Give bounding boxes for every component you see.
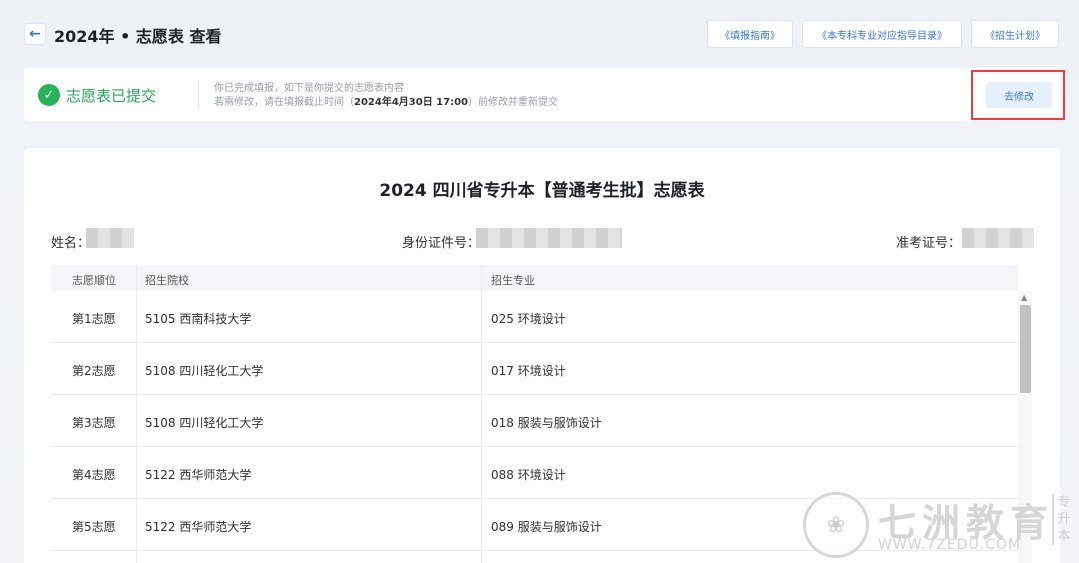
table-row: 第5志愿 5122 西华师范大学 089 服装与服饰设计 <box>51 499 1018 551</box>
watermark-url: WWW.7ZEDU.COM <box>878 537 1022 553</box>
row-major: 089 服装与服饰设计 <box>491 520 602 534</box>
page-title: 2024年 • 志愿表 查看 <box>54 27 222 46</box>
ticket-label: 准考证号： <box>896 236 962 251</box>
row-rank: 第2志愿 <box>72 364 116 378</box>
watermark-logo-icon: ❀ <box>803 492 869 558</box>
id-label: 身份证件号： <box>402 236 481 251</box>
status-text: 志愿表已提交 <box>66 87 157 105</box>
scroll-up-icon[interactable]: ▲ <box>1021 293 1027 302</box>
divider <box>198 81 199 109</box>
guide-link-button[interactable]: 《填报指南》 <box>707 20 793 48</box>
submission-status-card: ✓ 志愿表已提交 你已完成填报，如下是你提交的志愿表内容 若需修改，请在填报截止… <box>24 68 1060 121</box>
column-divider <box>481 265 482 563</box>
row-rank: 第3志愿 <box>72 416 116 430</box>
row-school: 5122 西华师范大学 <box>145 520 252 534</box>
check-circle-icon: ✓ <box>38 84 60 106</box>
row-school: 5108 四川轻化工大学 <box>145 364 264 378</box>
highlight-box <box>971 70 1065 120</box>
header-major: 招生专业 <box>491 274 535 287</box>
column-divider <box>136 265 137 563</box>
table-row: 第2志愿 5108 四川轻化工大学 017 环境设计 <box>51 343 1018 395</box>
status-info-line1: 你已完成填报，如下是你提交的志愿表内容 <box>214 83 404 94</box>
form-title: 2024 四川省专升本【普通考生批】志愿表 <box>379 181 705 201</box>
ticket-value-redacted <box>962 228 1034 248</box>
enrollment-plan-link-button[interactable]: 《招生计划》 <box>971 20 1059 48</box>
line2-prefix: 若需修改，请在填报截止时间（ <box>214 97 354 108</box>
arrow-left-icon[interactable]: ← <box>24 23 46 45</box>
row-rank: 第4志愿 <box>72 468 116 482</box>
row-major: 025 环境设计 <box>491 312 566 326</box>
status-info: 你已完成填报，如下是你提交的志愿表内容 若需修改，请在填报截止时间（2024年4… <box>214 82 558 110</box>
row-school: 5122 西华师范大学 <box>145 468 252 482</box>
name-value-redacted <box>86 228 134 248</box>
row-school: 5105 西南科技大学 <box>145 312 252 326</box>
table-row: 第3志愿 5108 四川轻化工大学 018 服装与服饰设计 <box>51 395 1018 447</box>
status-info-line2: 若需修改，请在填报截止时间（2024年4月30日 17:00）前修改并重新提交 <box>214 96 558 110</box>
major-catalog-link-button[interactable]: 《本专科专业对应指导目录》 <box>802 20 962 48</box>
row-rank: 第1志愿 <box>72 312 116 326</box>
line2-suffix: ）前修改并重新提交 <box>468 97 559 108</box>
row-school: 5108 四川轻化工大学 <box>145 416 264 430</box>
watermark-side: 专升本 <box>1052 494 1074 545</box>
row-major: 018 服装与服饰设计 <box>491 416 602 430</box>
deadline: 2024年4月30日 17:00 <box>354 97 469 108</box>
row-rank: 第5志愿 <box>72 520 116 534</box>
row-major: 017 环境设计 <box>491 364 566 378</box>
table-row: 第4志愿 5122 西华师范大学 088 环境设计 <box>51 447 1018 499</box>
name-label: 姓名： <box>51 236 91 251</box>
header-rank: 志愿顺位 <box>72 274 116 287</box>
header-school: 招生院校 <box>145 274 189 287</box>
row-major: 088 环境设计 <box>491 468 566 482</box>
scrollbar-thumb[interactable] <box>1020 305 1031 393</box>
table-row: 第1志愿 5105 西南科技大学 025 环境设计 <box>51 291 1018 343</box>
table-header: 志愿顺位 招生院校 招生专业 <box>51 265 1018 291</box>
id-value-redacted <box>476 228 622 248</box>
